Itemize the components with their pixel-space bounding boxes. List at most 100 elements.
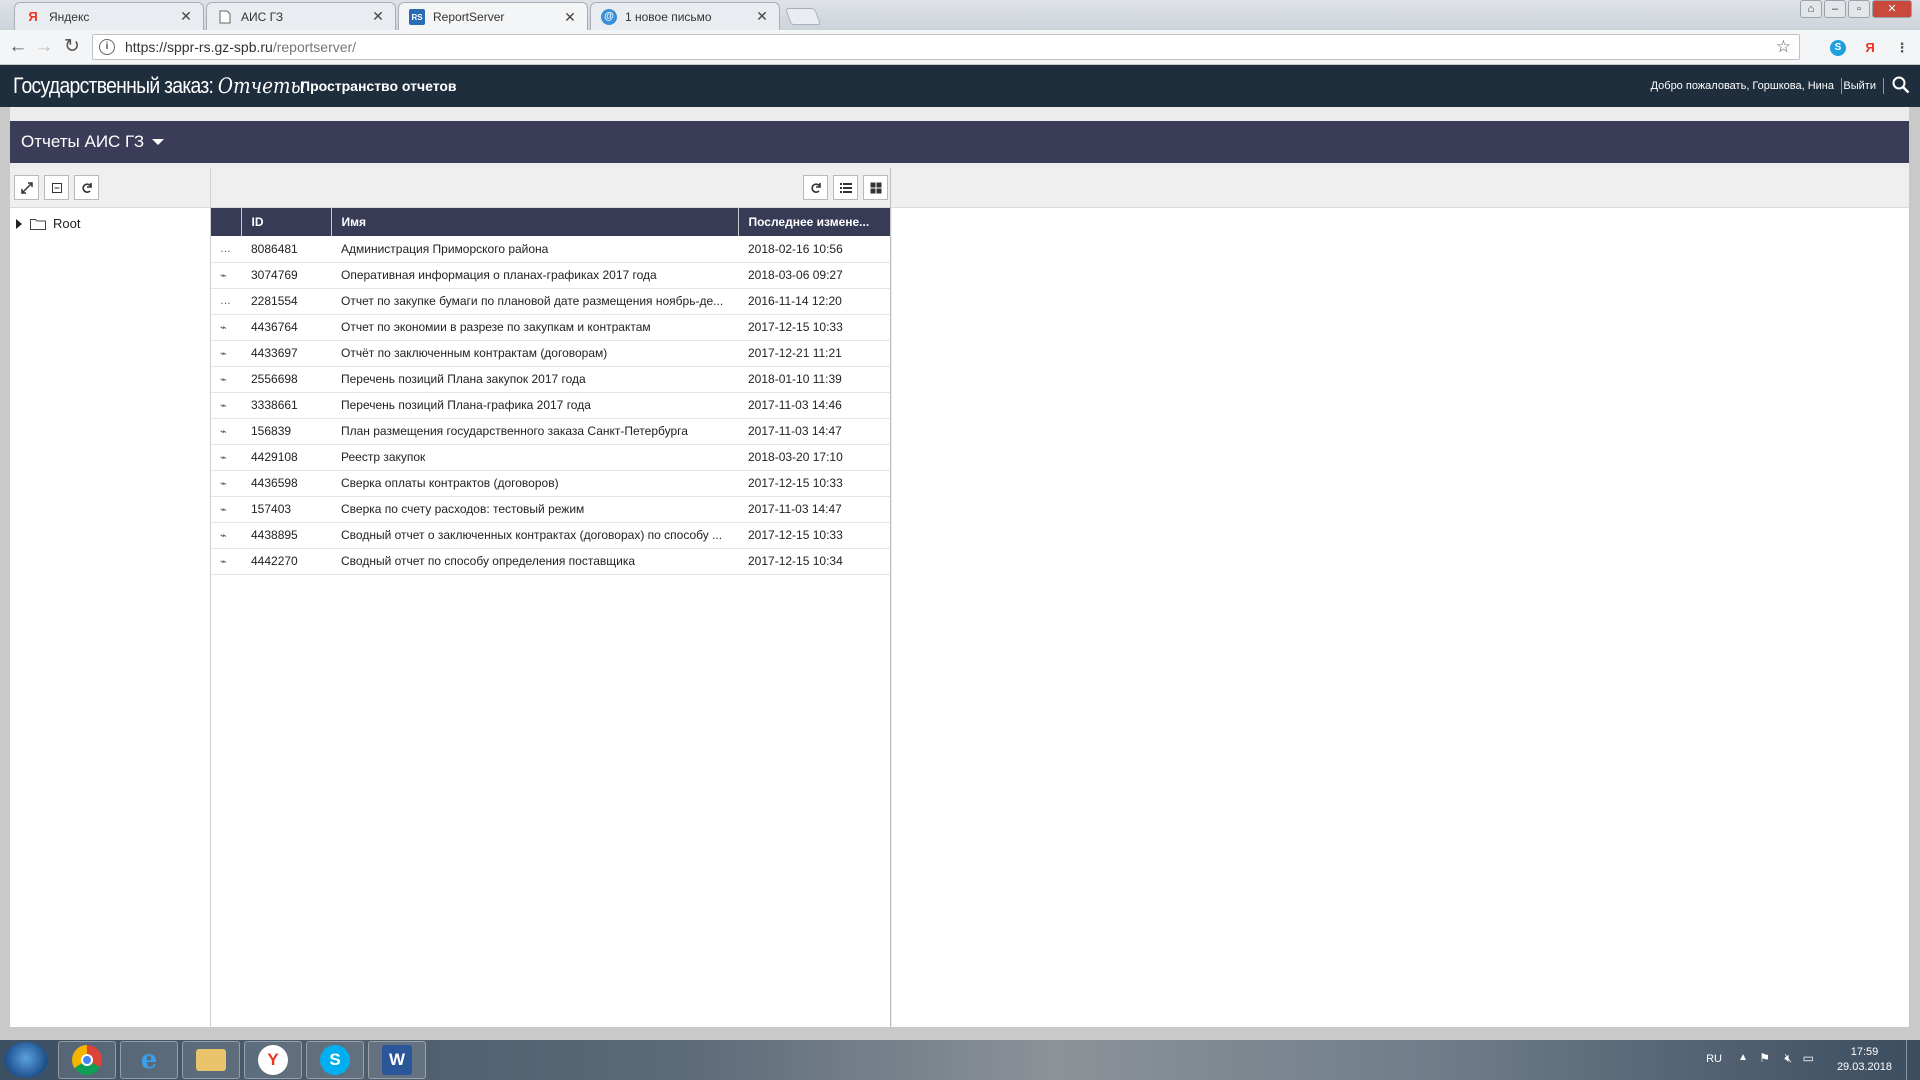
table-row[interactable]: ⌁ 4442270 Сводный отчет по способу определ… xyxy=(211,548,890,575)
table-row[interactable]: … 2281554 Отчет по закупке бумаги по плано… xyxy=(211,288,890,315)
cell-name[interactable]: Сводный отчет по способу определения пос… xyxy=(331,548,738,575)
close-icon[interactable]: ✕ xyxy=(179,8,193,25)
new-tab-button[interactable] xyxy=(784,8,822,25)
taskbar-word[interactable]: W xyxy=(368,1041,426,1079)
table-row[interactable]: … 8086481 Администрация Приморского района… xyxy=(211,236,890,263)
tile-view-icon xyxy=(870,182,881,193)
tree-panel: Root xyxy=(10,168,211,1027)
list-refresh-button[interactable] xyxy=(803,175,828,200)
cell-name[interactable]: Перечень позиций Плана-графика 2017 года xyxy=(331,392,738,419)
close-window-icon[interactable]: ✕ xyxy=(1872,0,1912,18)
logout-link[interactable]: Выйти xyxy=(1843,80,1876,92)
detail-panel xyxy=(892,168,1909,1027)
tree-node-root[interactable]: Root xyxy=(10,208,210,231)
table-row[interactable]: ⌁ 4436764 Отчет по экономии в разрезе по з… xyxy=(211,314,890,341)
list-view-button[interactable] xyxy=(833,175,858,200)
cell-name[interactable]: Сверка по счету расходов: тестовый режим xyxy=(331,496,738,523)
close-icon[interactable]: ✕ xyxy=(755,8,769,25)
taskbar-chrome[interactable] xyxy=(58,1041,116,1079)
user-icon[interactable]: ⌂ xyxy=(1800,0,1822,18)
cell-name[interactable]: Сверка оплаты контрактов (договоров) xyxy=(331,470,738,497)
cell-id: 2556698 xyxy=(241,366,331,393)
minimize-icon[interactable]: – xyxy=(1824,0,1846,18)
bookmark-star-icon[interactable]: ☆ xyxy=(1776,37,1791,57)
folder-title-bar[interactable]: Отчеты АИС ГЗ xyxy=(10,121,1909,163)
search-icon[interactable] xyxy=(1892,76,1910,94)
url-input[interactable]: i https://sppr-rs.gz-spb.ru/reportserver… xyxy=(92,34,1800,60)
report-type-icon: ⌁ xyxy=(211,366,241,393)
caret-down-icon[interactable] xyxy=(152,139,165,145)
back-icon[interactable]: ← xyxy=(6,36,30,60)
maximize-icon[interactable]: ▫ xyxy=(1848,0,1870,18)
window-controls: ⌂ – ▫ ✕ xyxy=(1800,0,1912,18)
skype-extension-icon[interactable]: S xyxy=(1830,40,1846,56)
cell-name[interactable]: Отчет по закупке бумаги по плановой дате… xyxy=(331,288,738,315)
tab-yandex[interactable]: Я Яндекс ✕ xyxy=(14,2,204,30)
table-row[interactable]: ⌁ 157403 Сверка по счету расходов: тестовы… xyxy=(211,496,890,523)
url-host: https://sppr-rs.gz-spb.ru xyxy=(125,39,273,55)
close-icon[interactable]: ✕ xyxy=(563,9,577,26)
table-row[interactable]: ⌁ 4438895 Сводный отчет о заключенных конт… xyxy=(211,522,890,549)
tree-refresh-button[interactable] xyxy=(74,175,99,200)
cell-name[interactable]: Перечень позиций Плана закупок 2017 года xyxy=(331,366,738,393)
tab-title: ReportServer xyxy=(433,10,505,24)
forward-icon[interactable]: → xyxy=(32,36,56,60)
list-toolbar xyxy=(211,168,890,208)
taskbar-ie[interactable]: e xyxy=(120,1041,178,1079)
close-icon[interactable]: ✕ xyxy=(371,8,385,25)
column-header-modified[interactable]: Последнее измене... xyxy=(738,208,891,236)
address-bar-row: ← → ↻ i https://sppr-rs.gz-spb.ru/report… xyxy=(0,30,1920,65)
taskbar-explorer[interactable] xyxy=(182,1041,240,1079)
cell-modified: 2017-12-15 10:33 xyxy=(738,522,890,549)
cell-name[interactable]: План размещения государственного заказа … xyxy=(331,418,738,445)
url-path: /reportserver/ xyxy=(272,39,357,55)
table-header-row: ID Имя Последнее измене... xyxy=(211,208,891,236)
volume-muted-icon[interactable]: 🔇︎ xyxy=(1784,1051,1792,1066)
network-icon[interactable]: ▭ xyxy=(1803,1051,1814,1065)
cell-name[interactable]: Сводный отчет о заключенных контрактах (… xyxy=(331,522,738,549)
table-row[interactable]: ⌁ 3338661 Перечень позиций Плана-графика 2… xyxy=(211,392,890,419)
info-icon[interactable]: i xyxy=(99,39,115,55)
expand-arrow-icon[interactable] xyxy=(16,218,22,229)
language-indicator[interactable]: RU xyxy=(1706,1053,1722,1065)
menu-icon[interactable]: ⋮ xyxy=(1894,40,1910,56)
cell-name[interactable]: Отчет по экономии в разрезе по закупкам … xyxy=(331,314,738,341)
taskbar-skype[interactable]: S xyxy=(306,1041,364,1079)
action-center-flag-icon[interactable]: ⚑ xyxy=(1759,1051,1770,1065)
column-header-id[interactable]: ID xyxy=(241,208,332,236)
cell-name[interactable]: Реестр закупок xyxy=(331,444,738,471)
tab-mail[interactable]: @ 1 новое письмо ✕ xyxy=(590,2,780,30)
tab-ais-gz[interactable]: АИС ГЗ ✕ xyxy=(206,2,396,30)
clock-date: 29.03.2018 xyxy=(1836,1061,1892,1073)
table-row[interactable]: ⌁ 4429108 Реестр закупок 2018-03-20 17:10 xyxy=(211,444,890,471)
column-header-name[interactable]: Имя xyxy=(331,208,739,236)
report-table: ID Имя Последнее измене... … 8086481 Админ… xyxy=(211,208,891,575)
table-row[interactable]: ⌁ 3074769 Оперативная информация о планах-… xyxy=(211,262,890,289)
cell-name[interactable]: Отчёт по заключенным контрактам (договор… xyxy=(331,340,738,367)
table-row[interactable]: ⌁ 156839 План размещения государственного … xyxy=(211,418,890,445)
report-list-panel: ID Имя Последнее измене... … 8086481 Админ… xyxy=(211,168,891,1027)
brand-logo[interactable]: Государственный заказ: Отчеты xyxy=(13,73,306,99)
reload-icon[interactable]: ↻ xyxy=(60,36,84,60)
expand-all-button[interactable] xyxy=(14,175,39,200)
reports-space-link[interactable]: Пространство отчетов xyxy=(300,78,457,94)
list-view-icon xyxy=(839,182,852,193)
reportserver-icon: RS xyxy=(409,9,425,25)
tray-expand-icon[interactable]: ▲ xyxy=(1738,1052,1748,1063)
table-row[interactable]: ⌁ 4436598 Сверка оплаты контрактов (догово… xyxy=(211,470,890,497)
mail-icon: @ xyxy=(601,8,617,25)
taskbar-yandex-browser[interactable]: Y xyxy=(244,1041,302,1079)
tile-view-button[interactable] xyxy=(863,175,888,200)
system-clock[interactable]: 17:59 29.03.2018 xyxy=(1837,1045,1892,1075)
table-row[interactable]: ⌁ 4433697 Отчёт по заключенным контрактам … xyxy=(211,340,890,367)
tab-reportserver[interactable]: RS ReportServer ✕ xyxy=(398,2,588,31)
show-desktop-button[interactable] xyxy=(1906,1040,1920,1080)
yandex-extension-icon[interactable]: Я xyxy=(1862,40,1878,56)
cell-name[interactable]: Оперативная информация о планах-графиках… xyxy=(331,262,738,289)
collapse-all-button[interactable] xyxy=(44,175,69,200)
cell-name[interactable]: Администрация Приморского района xyxy=(331,236,738,263)
table-row[interactable]: ⌁ 2556698 Перечень позиций Плана закупок 2… xyxy=(211,366,890,393)
start-button[interactable] xyxy=(4,1042,48,1078)
report-type-icon: ⌁ xyxy=(211,340,241,367)
cell-id: 3074769 xyxy=(241,262,331,289)
